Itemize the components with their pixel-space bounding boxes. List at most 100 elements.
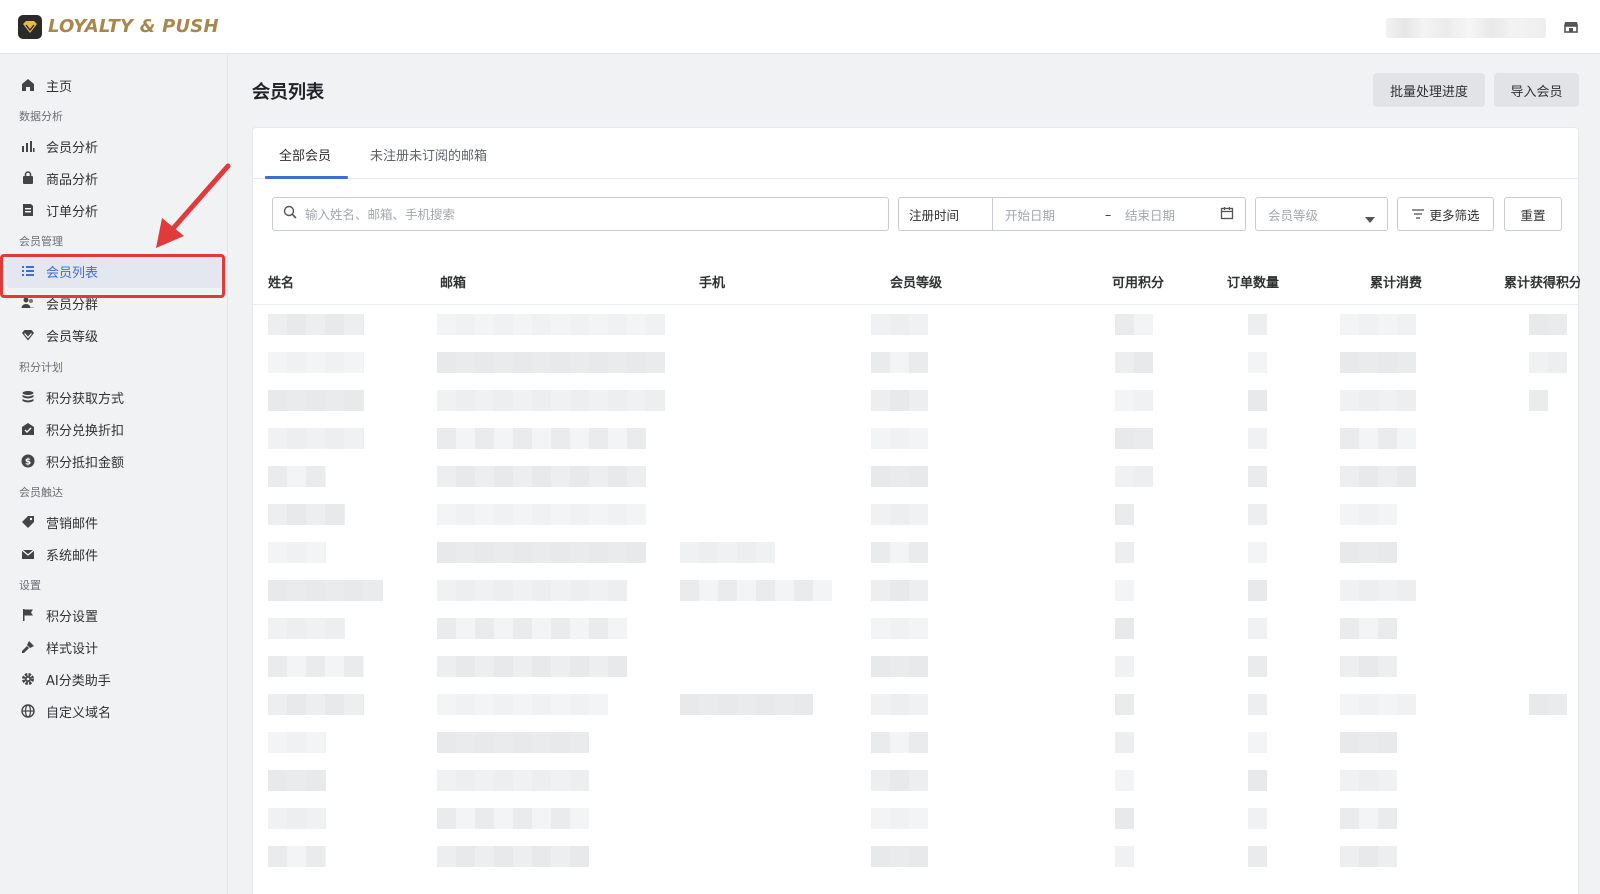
redacted-cell: [268, 314, 364, 335]
table-row[interactable]: [253, 496, 1578, 534]
table-row[interactable]: [253, 382, 1578, 420]
redacted-cell: [1115, 618, 1134, 639]
table-row[interactable]: [253, 724, 1578, 762]
sidebar-item-style-design[interactable]: 样式设计: [6, 630, 223, 664]
redacted-cell: [1340, 656, 1397, 677]
sidebar-item-points-redeem[interactable]: 积分兑换折扣: [6, 412, 223, 446]
table-row[interactable]: [253, 420, 1578, 458]
redacted-cell: [1115, 846, 1134, 867]
sidebar-item-member-analysis[interactable]: 会员分析: [6, 129, 223, 163]
start-date-input[interactable]: 开始日期: [1005, 205, 1105, 224]
column-header-total-spend[interactable]: 累计消费: [1370, 272, 1422, 291]
sidebar-item-points-earn[interactable]: 积分获取方式: [6, 380, 223, 414]
search-box: [272, 197, 889, 231]
redacted-cell: [1248, 580, 1267, 601]
sidebar-item-system-email[interactable]: 系统邮件: [6, 537, 223, 571]
store-icon[interactable]: [1562, 18, 1580, 36]
tag-icon: [20, 514, 36, 530]
member-level-select[interactable]: 会员等级: [1255, 197, 1388, 231]
column-header-phone[interactable]: 手机: [699, 272, 725, 291]
redacted-cell: [1115, 352, 1153, 373]
batch-progress-button[interactable]: 批量处理进度: [1373, 73, 1485, 107]
date-separator: –: [1105, 206, 1112, 222]
table-row[interactable]: [253, 534, 1578, 572]
redacted-cell: [437, 428, 646, 449]
end-date-input[interactable]: 结束日期: [1125, 205, 1220, 224]
table-row[interactable]: [253, 572, 1578, 610]
redacted-cell: [437, 314, 665, 335]
table-row[interactable]: [253, 458, 1578, 496]
table-row[interactable]: [253, 686, 1578, 724]
sidebar-item-label: 积分兑换折扣: [46, 423, 125, 439]
sidebar-item-points-settings[interactable]: 积分设置: [6, 598, 223, 632]
column-header-order-count[interactable]: 订单数量: [1227, 272, 1279, 291]
redacted-cell: [268, 580, 383, 601]
column-header-available-points[interactable]: 可用积分: [1112, 272, 1164, 291]
search-input[interactable]: [305, 206, 865, 222]
sidebar-item-marketing-email[interactable]: 营销邮件: [6, 505, 223, 539]
redacted-cell: [1248, 466, 1267, 487]
column-header-name[interactable]: 姓名: [268, 272, 294, 291]
sidebar-item-custom-domain[interactable]: 自定义域名: [6, 694, 223, 728]
redacted-cell: [1248, 808, 1267, 829]
table-row[interactable]: [253, 306, 1578, 344]
redacted-cell: [1340, 352, 1416, 373]
sidebar-item-ai-assistant[interactable]: AI分类助手: [6, 662, 223, 696]
redacted-cell: [268, 618, 345, 639]
table-row[interactable]: [253, 344, 1578, 382]
column-header-email[interactable]: 邮箱: [440, 272, 466, 291]
redacted-cell: [871, 694, 928, 715]
app-logo[interactable]: LOYALTY & PUSH: [18, 14, 219, 39]
redacted-cell: [268, 656, 364, 677]
filter-icon: [1411, 208, 1425, 220]
redacted-cell: [268, 428, 364, 449]
redacted-cell: [268, 542, 326, 563]
redacted-cell: [1340, 770, 1397, 791]
column-header-level[interactable]: 会员等级: [890, 272, 942, 291]
sidebar-item-label: 营销邮件: [46, 516, 99, 532]
sidebar-item-label: 样式设计: [46, 641, 99, 657]
redacted-cell: [1248, 428, 1267, 449]
redacted-cell: [268, 732, 326, 753]
tab-unregistered-emails[interactable]: 未注册未订阅的邮箱: [370, 145, 487, 164]
more-filters-label: 更多筛选: [1429, 207, 1480, 223]
redacted-cell: [871, 580, 928, 601]
redacted-cell: [871, 504, 928, 525]
coin-stack-icon: [20, 389, 36, 405]
redacted-cell: [871, 390, 928, 411]
redacted-cell: [268, 390, 364, 411]
redacted-cell: [1340, 428, 1416, 449]
filter-bar: 注册时间 开始日期 – 结束日期 会员等级 更多筛选 重置: [253, 179, 1578, 251]
redacted-cell: [1115, 694, 1134, 715]
more-filters-button[interactable]: 更多筛选: [1397, 197, 1494, 231]
sidebar-item-member-levels[interactable]: 会员等级: [6, 318, 223, 352]
redacted-cell: [437, 770, 589, 791]
section-settings: 设置: [19, 579, 41, 592]
globe-icon: [20, 703, 36, 719]
reset-button[interactable]: 重置: [1504, 197, 1562, 231]
redacted-cell: [1115, 504, 1134, 525]
calendar-icon[interactable]: [1220, 206, 1234, 223]
sidebar-item-points-deduct[interactable]: $ 积分抵扣金额: [6, 444, 223, 478]
table-row[interactable]: [253, 648, 1578, 686]
column-header-total-points-earned[interactable]: 累计获得积分: [1504, 272, 1580, 291]
table-row[interactable]: [253, 762, 1578, 800]
redacted-cell: [1340, 390, 1416, 411]
redacted-cell: [1248, 314, 1267, 335]
redacted-cell: [680, 542, 775, 563]
sidebar-item-label: 积分抵扣金额: [46, 455, 125, 471]
redacted-cell: [871, 542, 928, 563]
redacted-cell: [437, 352, 665, 373]
import-members-button[interactable]: 导入会员: [1494, 73, 1579, 107]
account-name-redacted[interactable]: [1386, 18, 1546, 38]
table-row[interactable]: [253, 800, 1578, 838]
sidebar-item-home[interactable]: 主页: [6, 68, 223, 102]
redacted-cell: [1248, 694, 1267, 715]
redacted-cell: [1115, 656, 1134, 677]
table-row[interactable]: [253, 610, 1578, 648]
date-field-select[interactable]: 注册时间: [899, 198, 993, 230]
table-row[interactable]: [253, 838, 1578, 876]
sidebar-item-label: AI分类助手: [46, 673, 111, 689]
tab-all-members[interactable]: 全部会员: [279, 145, 331, 164]
redacted-cell: [1340, 694, 1416, 715]
